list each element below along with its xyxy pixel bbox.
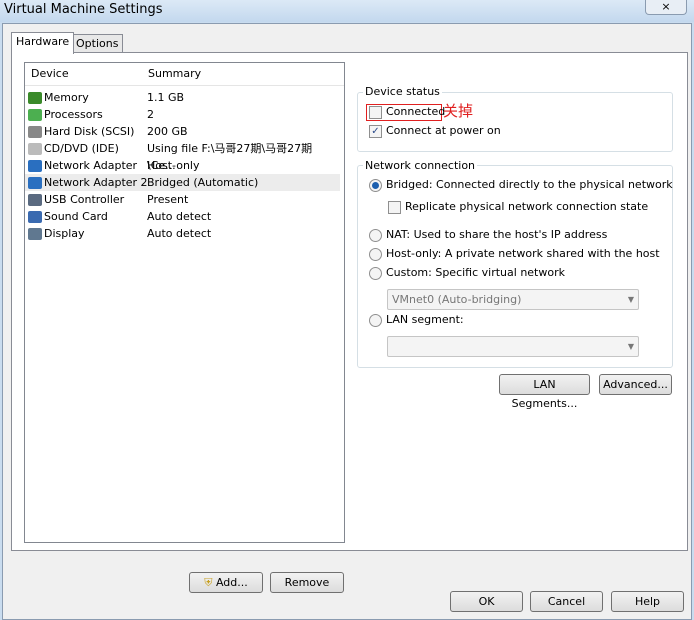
memory-icon: [28, 92, 42, 104]
device-name: Memory: [44, 91, 89, 104]
device-name: Network Adapter 2: [44, 176, 148, 189]
add-label: Add...: [215, 576, 248, 589]
network-connection-label: Network connection: [363, 159, 478, 172]
device-row[interactable]: Network Adapter Host-only: [25, 157, 340, 174]
processor-icon: [28, 109, 42, 121]
annotation-text: 关掉: [443, 102, 474, 120]
replicate-checkbox[interactable]: Replicate physical network connection st…: [388, 200, 648, 214]
help-button[interactable]: Help: [611, 591, 684, 612]
cd-dvd-icon: [28, 143, 42, 155]
network-adapter-icon: [28, 177, 42, 189]
custom-network-select[interactable]: VMnet0 (Auto-bridging) ▼: [387, 289, 639, 310]
radio-icon: [369, 313, 382, 327]
title-bar: Virtual Machine Settings ×: [0, 0, 694, 22]
host-only-radio[interactable]: Host-only: A private network shared with…: [369, 247, 660, 261]
lan-segment-label: LAN segment:: [386, 313, 464, 326]
window-title: Virtual Machine Settings: [4, 2, 163, 17]
custom-label: Custom: Specific virtual network: [386, 266, 565, 279]
display-icon: [28, 228, 42, 240]
checkbox-icon: [388, 200, 401, 214]
device-summary: Host-only: [147, 159, 200, 172]
device-summary: Bridged (Automatic): [147, 176, 259, 189]
device-row[interactable]: CD/DVD (IDE) Using file F:\马哥27期\马哥27期\Ce…: [25, 140, 340, 172]
device-status-label: Device status: [363, 85, 442, 98]
hardware-pane: Device Summary Memory 1.1 GB Processors 2 Ha…: [11, 52, 688, 593]
lan-segments-button[interactable]: LAN Segments...: [499, 374, 590, 410]
ok-button[interactable]: OK: [450, 591, 523, 612]
chevron-down-icon: ▼: [627, 342, 634, 351]
add-button[interactable]: ⛨ Add...: [189, 572, 263, 593]
usb-icon: [28, 194, 42, 206]
device-row[interactable]: Network Adapter 2 Bridged (Automatic): [25, 174, 340, 191]
device-summary: 2: [147, 108, 154, 121]
radio-icon: [369, 228, 382, 242]
remove-button[interactable]: Remove: [270, 572, 344, 593]
host-only-label: Host-only: A private network shared with…: [386, 247, 660, 260]
hard-disk-icon: [28, 126, 42, 138]
tab-options[interactable]: Options: [71, 34, 124, 54]
bridged-label: Bridged: Connected directly to the physi…: [386, 178, 673, 191]
cancel-button[interactable]: Cancel: [530, 591, 603, 612]
custom-radio[interactable]: Custom: Specific virtual network: [369, 266, 565, 280]
device-summary: 200 GB: [147, 125, 188, 138]
connected-checkbox[interactable]: Connected: [369, 105, 445, 119]
checkmark-icon: ✓: [369, 124, 382, 138]
replicate-label: Replicate physical network connection st…: [405, 200, 649, 213]
device-summary: Auto detect: [147, 210, 212, 223]
dialog: Hardware Options Device Summary Memory 1.…: [2, 23, 692, 620]
connect-power-on-checkbox[interactable]: ✓ Connect at power on: [369, 124, 501, 138]
device-name: CD/DVD (IDE): [44, 142, 119, 155]
device-name: Network Adapter: [44, 159, 138, 172]
connected-label: Connected: [386, 105, 446, 118]
device-name: USB Controller: [44, 193, 125, 206]
close-button[interactable]: ×: [645, 0, 687, 15]
column-header-summary[interactable]: Summary: [142, 63, 344, 86]
chevron-down-icon: ▼: [627, 295, 634, 304]
advanced-button[interactable]: Advanced...: [599, 374, 672, 395]
network-adapter-icon: [28, 160, 42, 172]
nat-label: NAT: Used to share the host's IP address: [386, 228, 608, 241]
device-name: Hard Disk (SCSI): [44, 125, 135, 138]
device-name: Sound Card: [44, 210, 108, 223]
shield-icon: ⛨: [204, 576, 213, 589]
radio-icon: [369, 247, 382, 261]
sound-card-icon: [28, 211, 42, 223]
device-name: Display: [44, 227, 85, 240]
device-status-group: [357, 92, 673, 152]
checkbox-icon: [369, 105, 382, 119]
device-row[interactable]: Display Auto detect: [25, 225, 340, 242]
device-summary: 1.1 GB: [147, 91, 185, 104]
radio-icon: [369, 178, 382, 192]
radio-icon: [369, 266, 382, 280]
device-list[interactable]: Device Summary Memory 1.1 GB Processors 2 Ha…: [24, 62, 345, 543]
device-name: Processors: [44, 108, 103, 121]
power-on-label: Connect at power on: [386, 124, 501, 137]
device-row[interactable]: Memory 1.1 GB: [25, 89, 340, 106]
device-row[interactable]: Processors 2: [25, 106, 340, 123]
tab-hardware[interactable]: Hardware: [11, 32, 75, 54]
nat-radio[interactable]: NAT: Used to share the host's IP address: [369, 228, 607, 242]
device-row[interactable]: USB Controller Present: [25, 191, 340, 208]
bridged-radio[interactable]: Bridged: Connected directly to the physi…: [369, 178, 673, 192]
custom-select-value: VMnet0 (Auto-bridging): [392, 293, 522, 306]
device-row[interactable]: Hard Disk (SCSI) 200 GB: [25, 123, 340, 140]
device-summary: Present: [147, 193, 189, 206]
device-summary: Auto detect: [147, 227, 212, 240]
device-row[interactable]: Sound Card Auto detect: [25, 208, 340, 225]
lan-segment-select[interactable]: ▼: [387, 336, 639, 357]
lan-segment-radio[interactable]: LAN segment:: [369, 313, 464, 327]
column-header-device[interactable]: Device: [25, 63, 149, 86]
